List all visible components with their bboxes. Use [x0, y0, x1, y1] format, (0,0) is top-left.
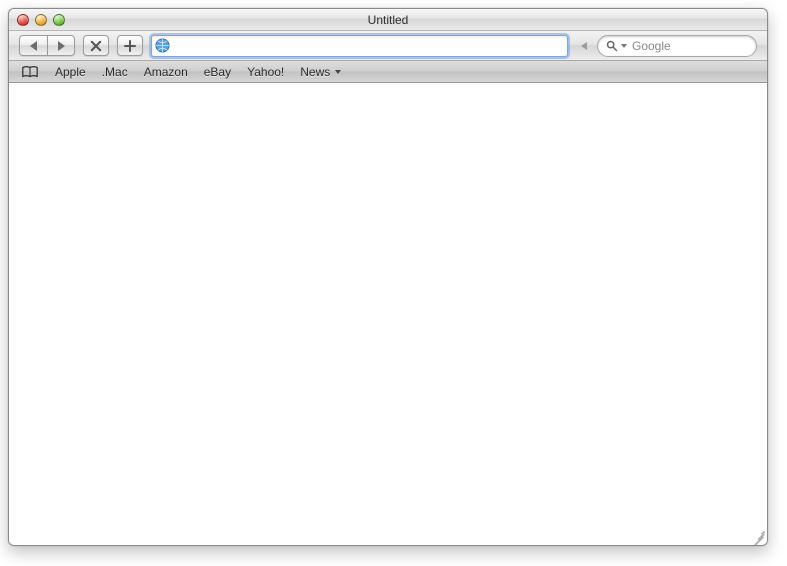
bookmark-label: eBay [204, 65, 231, 79]
forward-arrow-icon [58, 41, 65, 51]
bookmark-item-ebay[interactable]: eBay [204, 65, 231, 79]
bookmark-label: Apple [55, 65, 86, 79]
bookmark-item-yahoo[interactable]: Yahoo! [247, 65, 284, 79]
address-input[interactable] [174, 37, 564, 55]
back-button[interactable] [19, 35, 47, 56]
page-content [9, 83, 767, 545]
stop-icon [90, 40, 102, 52]
window-controls [9, 14, 65, 26]
window-title: Untitled [9, 13, 767, 27]
book-icon [21, 65, 39, 79]
bookmark-item-amazon[interactable]: Amazon [144, 65, 188, 79]
bookmark-folder-news[interactable]: News [300, 65, 341, 79]
forward-button[interactable] [47, 35, 75, 56]
bookmark-label: Amazon [144, 65, 188, 79]
stop-reload-button[interactable] [83, 35, 109, 56]
back-arrow-icon [30, 41, 37, 51]
show-all-bookmarks-button[interactable] [21, 65, 39, 79]
plus-icon [124, 40, 136, 52]
browser-window: Untitled [8, 8, 768, 546]
bookmarks-bar: Apple .Mac Amazon eBay Yahoo! News [9, 61, 767, 83]
resize-handle[interactable] [751, 529, 765, 543]
search-icon [606, 40, 618, 52]
titlebar[interactable]: Untitled [9, 9, 767, 31]
toolbar [9, 31, 767, 61]
search-field[interactable] [597, 35, 757, 57]
nav-segment [19, 35, 75, 56]
search-input[interactable] [632, 39, 768, 53]
bookmark-label: .Mac [102, 65, 128, 79]
bookmark-item-apple[interactable]: Apple [55, 65, 86, 79]
bookmark-item-dotmac[interactable]: .Mac [102, 65, 128, 79]
close-window-button[interactable] [17, 14, 29, 26]
add-bookmark-button[interactable] [117, 35, 143, 56]
zoom-window-button[interactable] [53, 14, 65, 26]
search-menu-caret-icon[interactable] [621, 44, 627, 48]
minimize-window-button[interactable] [35, 14, 47, 26]
address-bar[interactable] [151, 35, 568, 57]
snapback-icon[interactable] [579, 42, 587, 50]
bookmark-label: News [300, 65, 330, 79]
chevron-down-icon [335, 70, 341, 74]
bookmark-label: Yahoo! [247, 65, 284, 79]
globe-icon [155, 38, 170, 53]
